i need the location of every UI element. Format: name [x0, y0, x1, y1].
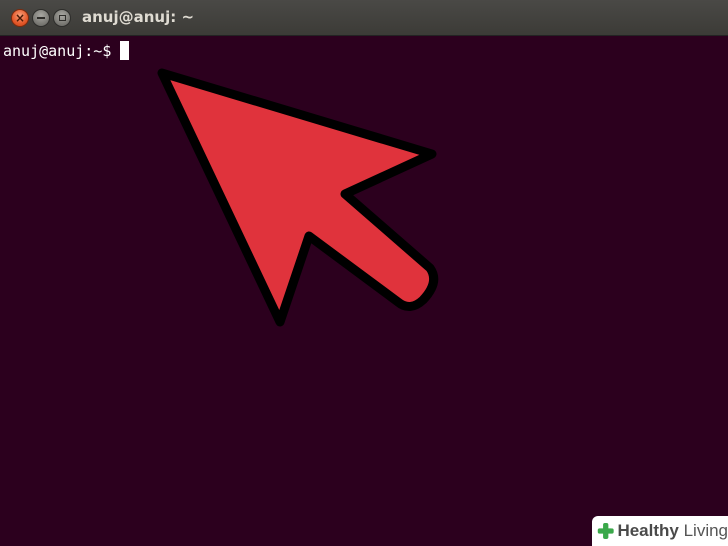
title-bar[interactable]: × anuj@anuj: ~ — [0, 0, 728, 36]
minimize-icon — [37, 17, 45, 19]
plus-leaf-icon — [597, 523, 614, 539]
minimize-window-button[interactable] — [32, 9, 50, 27]
watermark-brand-bold: Healthy — [617, 521, 679, 540]
close-window-button[interactable]: × — [11, 9, 29, 27]
watermark-brand-light: Living — [678, 521, 728, 540]
terminal-window: × anuj@anuj: ~ anuj@anuj:~$ Healthy Livi… — [0, 0, 728, 546]
text-cursor — [120, 41, 130, 60]
close-icon: × — [14, 11, 26, 25]
prompt-line: anuj@anuj:~$ — [3, 41, 130, 60]
shell-prompt: anuj@anuj:~$ — [3, 41, 112, 60]
watermark-text: Healthy Living — [617, 521, 728, 541]
window-title: anuj@anuj: ~ — [82, 8, 195, 26]
terminal-area[interactable]: anuj@anuj:~$ — [0, 36, 728, 546]
healthy-living-watermark: Healthy Living — [592, 516, 728, 546]
maximize-icon — [58, 15, 66, 21]
maximize-window-button[interactable] — [53, 9, 71, 27]
